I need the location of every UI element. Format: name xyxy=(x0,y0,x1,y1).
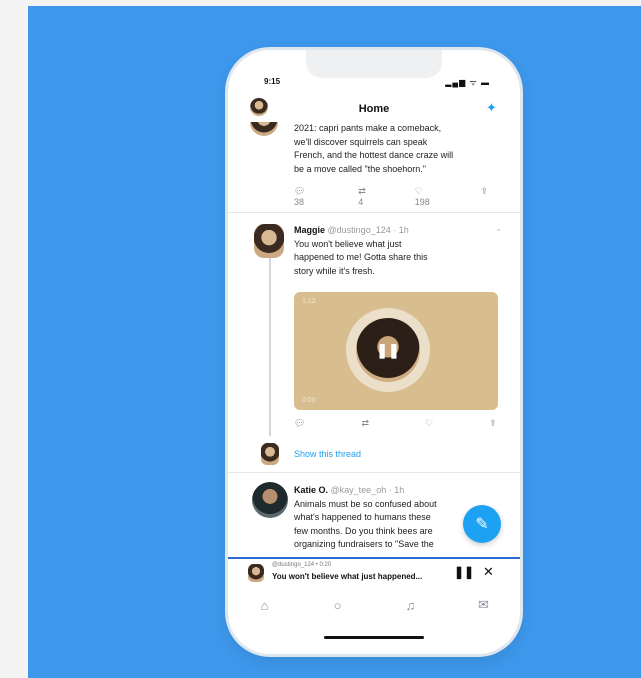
tweet-2-line: happened to me! Gotta share this xyxy=(294,252,428,262)
home-indicator xyxy=(324,636,424,639)
tweet-2-author: Maggie @dustingo_124 · 1h xyxy=(294,224,504,238)
bell-icon: ♫ xyxy=(405,597,416,613)
share-icon: ⇪ xyxy=(489,418,497,428)
tweet-2-line: You won't believe what just xyxy=(294,238,402,249)
sparkle-icon[interactable]: ✦ xyxy=(486,100,500,115)
reply-icon: 💬︎ xyxy=(294,186,306,196)
audio-card-time-top: 1:12 xyxy=(302,298,316,305)
background-panel: 9:15 ▂▄▆ ᯤ ▬ Home ✦ 2021: capri pants ma… xyxy=(28,6,641,678)
player-pause-button[interactable]: ❚❚ xyxy=(454,565,474,579)
status-time: 9:15 xyxy=(264,77,281,86)
tab-search[interactable]: ○ xyxy=(318,598,358,613)
page-title: Home xyxy=(358,103,390,115)
tweet-1-line: be a move called "the shoehorn." xyxy=(294,163,426,174)
retweet-icon: ⇄ xyxy=(358,186,366,196)
retweet-button[interactable]: ⇄ 4 xyxy=(358,186,399,207)
tweet-2-avatar[interactable] xyxy=(254,224,284,258)
tweet-2-handle: @dustingo_124 · 1h xyxy=(327,225,409,235)
reply-button[interactable]: 💬︎ 38 xyxy=(294,186,342,207)
heart-icon: ♡ xyxy=(414,186,423,196)
audio-mini-player[interactable]: @dustingo_124 • 0:20 You won't believe w… xyxy=(228,557,520,587)
like-button[interactable]: ♡ 198 xyxy=(415,186,465,207)
reply-count: 38 xyxy=(294,197,305,207)
tweet-1-line: we'll discover squirrels can speak xyxy=(294,136,428,147)
heart-icon: ♡ xyxy=(424,418,434,428)
divider xyxy=(228,472,520,473)
tab-notifications[interactable]: ♫ xyxy=(391,598,431,613)
bottom-tab-bar: ⌂ ○ ♫ ✉ xyxy=(228,586,520,624)
share-icon: ⇪ xyxy=(480,186,488,196)
player-avatar xyxy=(248,564,264,582)
tweet-2-name[interactable]: Maggie xyxy=(294,225,325,235)
retweet-icon: ⇄ xyxy=(361,418,369,428)
tab-home[interactable]: ⌂ xyxy=(245,598,285,613)
player-title: You won't believe what just happened... xyxy=(272,572,423,581)
home-icon: ⌂ xyxy=(260,597,269,613)
reply-icon: 💬︎ xyxy=(294,418,306,428)
compose-tweet-button[interactable]: ✎ xyxy=(463,505,501,543)
audio-card-time-bottom: 0:00 xyxy=(302,397,316,404)
chevron-down-icon[interactable]: ⌄ xyxy=(495,224,502,233)
tweet-3-name[interactable]: Katie O. xyxy=(294,485,328,495)
tweet-1-avatar[interactable] xyxy=(250,122,278,136)
pause-icon[interactable]: ❚❚ xyxy=(356,318,420,382)
home-header: Home ✦ xyxy=(228,96,520,122)
mail-icon: ✉ xyxy=(478,597,489,612)
audio-avatar-ring: ❚❚ xyxy=(346,308,430,392)
tab-messages[interactable]: ✉ xyxy=(464,597,504,613)
tweet-3-avatar[interactable] xyxy=(252,482,288,518)
pause-icon: ❚❚ xyxy=(454,565,475,579)
tweet-1-line: French, and the hottest dance craze will xyxy=(294,150,454,160)
player-close-button[interactable]: ✕ xyxy=(483,564,494,580)
audio-card[interactable]: 1:12 ❚❚ 0:00 xyxy=(294,292,498,410)
audio-avatar: ❚❚ xyxy=(356,318,420,382)
search-icon: ○ xyxy=(333,597,342,613)
divider xyxy=(228,212,520,213)
reply-button[interactable]: 💬︎ xyxy=(294,418,321,429)
phone-notch xyxy=(306,50,442,78)
retweet-count: 4 xyxy=(358,197,364,207)
close-icon: ✕ xyxy=(483,564,494,579)
status-icons: ▂▄▆ ᯤ ▬ xyxy=(445,78,490,87)
share-button[interactable]: ⇪ xyxy=(489,418,513,429)
tweet-1-text: 2021: capri pants make a comeback, we'll… xyxy=(294,122,504,176)
tweet-3-handle: @kay_tee_oh · 1h xyxy=(330,485,405,495)
show-thread-link[interactable]: Show this thread xyxy=(294,449,361,459)
player-handle: @dustingo_124 • 0:20 xyxy=(272,562,332,568)
tweet-2-actions: 💬︎ ⇄ ♡ ⇪ xyxy=(294,418,520,429)
like-count: 198 xyxy=(414,197,430,207)
compose-icon: ✎ xyxy=(475,516,489,533)
thread-connector xyxy=(269,258,271,436)
timeline-feed[interactable]: 2021: capri pants make a comeback, we'll… xyxy=(228,122,520,557)
retweet-button[interactable]: ⇄ xyxy=(361,418,385,429)
tweet-1-actions: 💬︎ 38 ⇄ 4 ♡ 198 ⇪ xyxy=(294,186,520,207)
share-button[interactable]: ⇪ xyxy=(480,186,504,207)
thread-avatar xyxy=(261,443,279,465)
tweet-2-body: Maggie @dustingo_124 · 1h You won't beli… xyxy=(294,224,504,278)
phone-frame: 9:15 ▂▄▆ ᯤ ▬ Home ✦ 2021: capri pants ma… xyxy=(228,50,520,654)
like-button[interactable]: ♡ xyxy=(425,418,449,429)
tweet-3-author: Katie O. @kay_tee_oh · 1h xyxy=(294,484,504,498)
tweet-2-line: story while it's fresh. xyxy=(294,265,375,276)
tweet-1-line: 2021: capri pants make a comeback, xyxy=(294,123,442,133)
